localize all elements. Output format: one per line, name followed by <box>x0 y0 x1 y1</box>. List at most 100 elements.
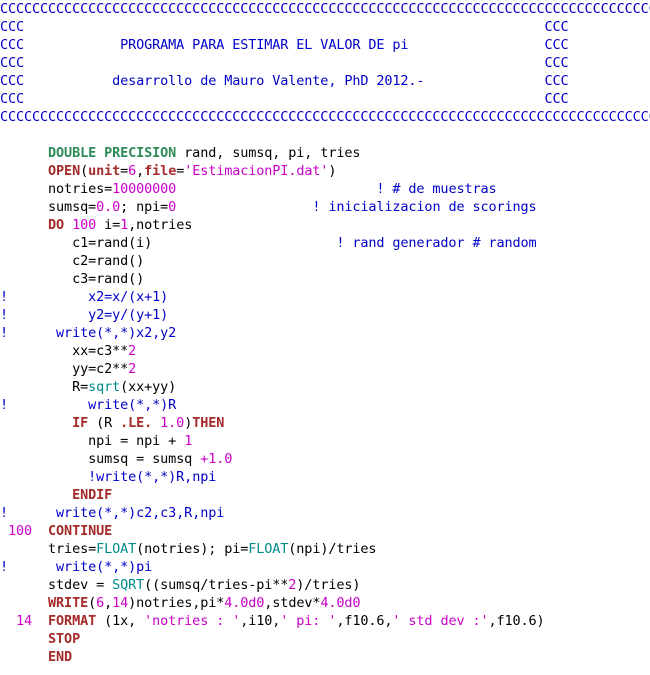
code-token: yy=c2** <box>0 361 129 377</box>
code-line[interactable]: CCC CCC <box>0 90 569 108</box>
code-line[interactable]: c3=rand() <box>0 270 144 288</box>
code-token: 4.0d0 <box>224 595 265 611</box>
code-line[interactable]: CCCCCCCCCCCCCCCCCCCCCCCCCCCCCCCCCCCCCCCC… <box>0 108 650 126</box>
code-token: npi = npi + <box>0 433 185 449</box>
code-token: (R <box>88 415 121 431</box>
code-line[interactable]: ! write(*,*)pi <box>0 558 152 576</box>
code-token: c2=rand() <box>0 253 145 269</box>
code-line[interactable]: R=sqrt(xx+yy) <box>0 378 176 396</box>
code-token: ) <box>328 163 337 179</box>
code-line[interactable]: ENDIF <box>0 486 112 504</box>
code-token: FLOAT <box>248 541 289 557</box>
code-token: sqrt <box>88 379 121 395</box>
code-line[interactable]: ! write(*,*)R <box>0 396 176 414</box>
code-line[interactable]: sumsq=0.0; npi=0 ! inicializacion de sco… <box>0 198 537 216</box>
code-line[interactable]: CCCCCCCCCCCCCCCCCCCCCCCCCCCCCCCCCCCCCCCC… <box>0 0 650 18</box>
code-line[interactable]: WRITE(6,14)notries,pi*4.0d0,stdev*4.0d0 <box>0 594 360 612</box>
code-line[interactable]: ! x2=x/(x+1) <box>0 288 168 306</box>
code-line[interactable]: 100 CONTINUE <box>0 522 112 540</box>
code-token: , <box>136 163 145 179</box>
code-token: , <box>104 595 113 611</box>
code-token: ! y2=y/(y+1) <box>0 307 169 323</box>
code-token: sumsq = sumsq <box>0 451 201 467</box>
code-token: SQRT <box>112 577 145 593</box>
code-token: = <box>120 163 129 179</box>
code-token: (1x, <box>96 613 145 629</box>
code-line[interactable]: sumsq = sumsq +1.0 <box>0 450 232 468</box>
code-token: CCC desarrollo de Mauro Valente, PhD 201… <box>0 73 569 89</box>
code-line[interactable]: c2=rand() <box>0 252 144 270</box>
code-token: 1.0 <box>160 415 185 431</box>
code-token: notries= <box>0 181 113 197</box>
code-line[interactable]: ! y2=y/(y+1) <box>0 306 168 324</box>
code-token: ! inicializacion de scorings <box>312 199 537 215</box>
code-line[interactable]: CCC PROGRAMA PARA ESTIMAR EL VALOR DE pi… <box>0 36 569 54</box>
code-token: 14 <box>112 595 129 611</box>
code-line[interactable]: notries=10000000 ! # de muestras <box>0 180 497 198</box>
code-line[interactable]: !write(*,*)R,npi <box>0 468 216 486</box>
code-token: (notries); pi= <box>136 541 249 557</box>
code-line[interactable]: 14 FORMAT (1x, 'notries : ',i10,' pi: ',… <box>0 612 545 630</box>
code-line[interactable]: ! write(*,*)x2,y2 <box>0 324 176 342</box>
code-line[interactable]: DOUBLE PRECISION rand, sumsq, pi, tries <box>0 144 360 162</box>
code-line[interactable]: c1=rand(i) ! rand generador # random <box>0 234 537 252</box>
code-token: sumsq= <box>0 199 97 215</box>
code-token: CCCCCCCCCCCCCCCCCCCCCCCCCCCCCCCCCCCCCCCC… <box>0 109 650 125</box>
code-token: ,f10.6, <box>336 613 393 629</box>
code-token: c1=rand(i) <box>0 235 337 251</box>
code-line[interactable]: xx=c3**2 <box>0 342 136 360</box>
code-line[interactable]: stdev = SQRT((sumsq/tries-pi**2)/tries) <box>0 576 360 594</box>
code-token: 100 <box>72 217 97 233</box>
code-token: THEN <box>192 415 225 431</box>
code-token: DO <box>48 217 65 233</box>
code-token: ' pi: ' <box>280 613 337 629</box>
code-token: FLOAT <box>96 541 137 557</box>
code-token: )/tries) <box>296 577 361 593</box>
code-line[interactable]: CCC CCC <box>0 54 569 72</box>
code-token: ,notries <box>128 217 193 233</box>
code-line[interactable]: DO 100 i=1,notries <box>0 216 192 234</box>
code-line[interactable]: CCC desarrollo de Mauro Valente, PhD 201… <box>0 72 569 90</box>
code-line[interactable]: tries=FLOAT(notries); pi=FLOAT(npi)/trie… <box>0 540 376 558</box>
code-token: OPEN <box>48 163 81 179</box>
code-token: i= <box>96 217 121 233</box>
code-line[interactable]: IF (R .LE. 1.0)THEN <box>0 414 224 432</box>
code-token: 2 <box>128 343 137 359</box>
code-token: CCC PROGRAMA PARA ESTIMAR EL VALOR DE pi… <box>0 37 569 53</box>
code-token: END <box>48 649 73 665</box>
code-line[interactable]: STOP <box>0 630 80 648</box>
code-token: 'EstimacionPI.dat' <box>184 163 329 179</box>
code-token: ! # de muestras <box>376 181 497 197</box>
code-token: R= <box>0 379 89 395</box>
code-line[interactable]: ! write(*,*)c2,c3,R,npi <box>0 504 224 522</box>
code-line[interactable]: npi = npi + 1 <box>0 432 192 450</box>
code-token: 0.0 <box>96 199 121 215</box>
code-token: ,stdev* <box>264 595 321 611</box>
code-line[interactable]: END <box>0 648 72 666</box>
code-token: stdev = <box>0 577 113 593</box>
code-token: ; npi= <box>120 199 169 215</box>
code-editor[interactable]: CCCCCCCCCCCCCCCCCCCCCCCCCCCCCCCCCCCCCCCC… <box>0 0 650 675</box>
code-token: c3=rand() <box>0 271 145 287</box>
code-token: 6 <box>96 595 105 611</box>
code-token: DOUBLE PRECISION <box>48 145 177 161</box>
code-line[interactable]: OPEN(unit=6,file='EstimacionPI.dat') <box>0 162 336 180</box>
code-line[interactable]: yy=c2**2 <box>0 360 136 378</box>
code-token: ! write(*,*)R <box>0 397 177 413</box>
code-token: )notries,pi* <box>128 595 225 611</box>
code-token: 14 <box>0 613 33 629</box>
code-token: ((sumsq/tries-pi** <box>144 577 289 593</box>
code-line[interactable]: CCC CCC <box>0 18 569 36</box>
code-token: ! rand generador # random <box>336 235 537 251</box>
code-token: CCC CCC <box>0 55 569 71</box>
